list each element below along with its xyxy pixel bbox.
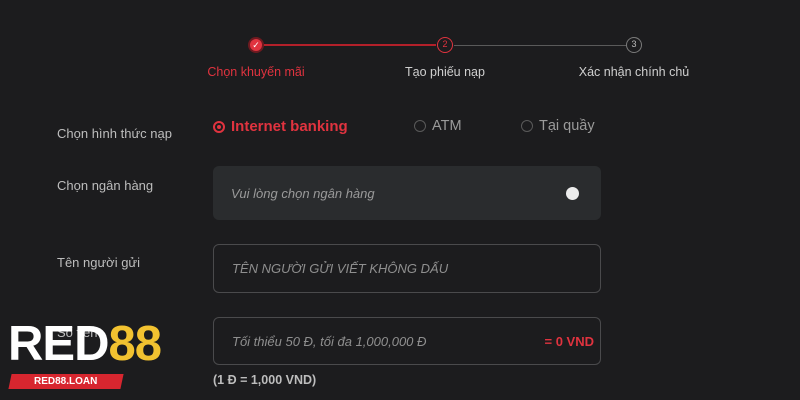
step-3-label[interactable]: Xác nhận chính chủ: [579, 65, 690, 79]
step-1-label[interactable]: Chọn khuyến mãi: [207, 65, 304, 79]
dropdown-indicator-icon[interactable]: [566, 187, 579, 200]
radio-atm-label: ATM: [432, 118, 462, 134]
sender-name-input[interactable]: TÊN NGƯỜI GỬI VIẾT KHÔNG DẤU: [213, 244, 601, 293]
step-connector-pending: [454, 45, 626, 46]
sender-name-label: Tên người gửi: [57, 255, 141, 270]
bank-label: Chọn ngân hàng: [57, 178, 154, 193]
step-2-marker[interactable]: 2: [437, 37, 453, 53]
amount-input[interactable]: Tối thiểu 50 Đ, tối đa 1,000,000 Đ = 0 V…: [213, 317, 601, 365]
step-2-label[interactable]: Tạo phiếu nạp: [405, 65, 485, 79]
radio-internet-banking[interactable]: Internet banking: [213, 118, 348, 135]
exchange-rate-note: (1 Đ = 1,000 VND): [213, 373, 317, 387]
logo-wordmark: RED88: [8, 317, 162, 371]
radio-unselected-icon: [521, 120, 533, 132]
radio-unselected-icon: [414, 120, 426, 132]
radio-internet-banking-label: Internet banking: [231, 118, 348, 135]
radio-atm[interactable]: ATM: [414, 118, 462, 134]
check-icon: ✓: [252, 40, 260, 50]
sender-name-placeholder: TÊN NGƯỜI GỬI VIẾT KHÔNG DẤU: [232, 261, 449, 276]
amount-converted: = 0 VND: [544, 334, 595, 349]
bank-select-placeholder: Vui lòng chọn ngân hàng: [231, 185, 375, 201]
payment-method-label: Chọn hình thức nạp: [57, 126, 172, 141]
amount-placeholder: Tối thiểu 50 Đ, tối đa 1,000,000 Đ: [232, 333, 427, 349]
step-connector-done: [264, 44, 436, 46]
logo-domain-banner: RED88.LOAN: [8, 374, 124, 389]
step-1-marker[interactable]: ✓: [248, 37, 264, 53]
radio-selected-icon: [213, 120, 225, 133]
radio-counter-label: Tại quầy: [539, 118, 595, 134]
radio-counter[interactable]: Tại quầy: [521, 118, 595, 134]
step-3-marker[interactable]: 3: [626, 37, 642, 53]
bank-select[interactable]: Vui lòng chọn ngân hàng: [213, 166, 601, 220]
